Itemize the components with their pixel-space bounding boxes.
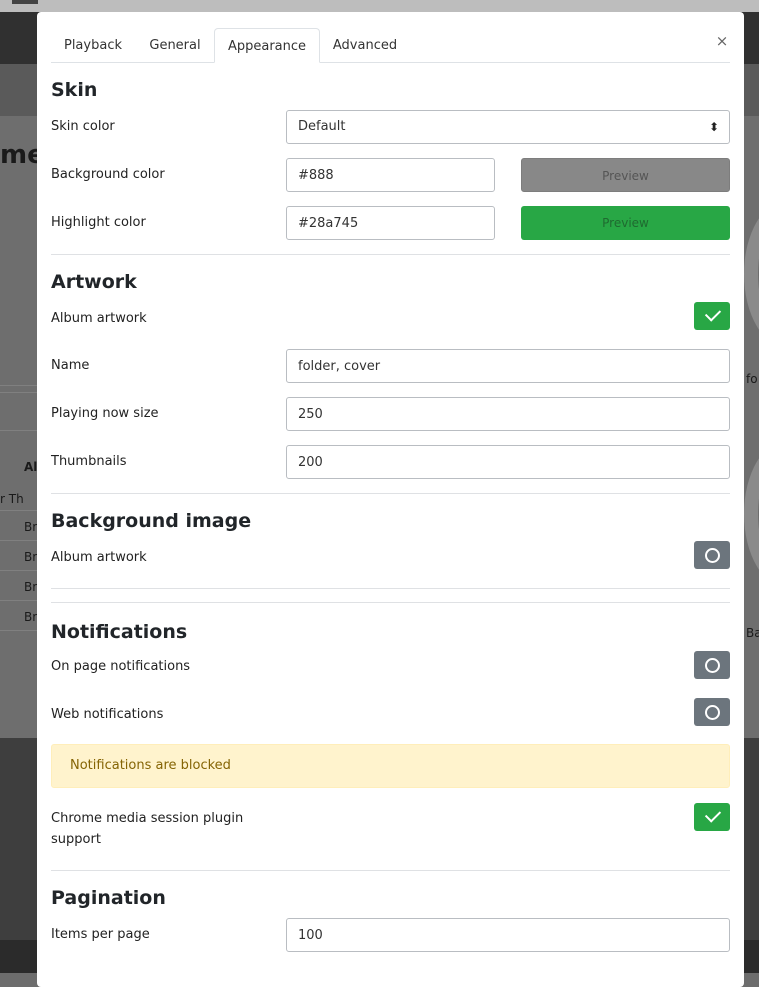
tab-general[interactable]: General <box>138 28 212 63</box>
backdrop-text: Br <box>24 550 38 564</box>
on-page-notifications-label: On page notifications <box>51 659 191 674</box>
section-divider <box>51 870 730 871</box>
backdrop-text: Ba <box>746 626 759 640</box>
web-notifications-label: Web notifications <box>51 707 164 722</box>
background-album-artwork-label: Album artwork <box>51 550 147 565</box>
tab-advanced[interactable]: Advanced <box>323 28 407 63</box>
section-title-artwork: Artwork <box>51 271 137 293</box>
check-icon <box>704 806 722 823</box>
circle-icon <box>705 705 720 720</box>
settings-modal: Playback General Appearance Advanced × S… <box>37 12 744 987</box>
skin-color-value: Default <box>298 119 346 134</box>
settings-tabs: Playback General Appearance Advanced × <box>37 12 744 63</box>
background-color-preview-button[interactable]: Preview <box>521 158 730 192</box>
artwork-name-label: Name <box>51 358 90 373</box>
chrome-media-session-label: Chrome media session plugin support <box>51 810 243 849</box>
backdrop-text: Br <box>24 580 38 594</box>
background-color-input[interactable] <box>286 158 495 192</box>
section-divider <box>51 588 730 589</box>
chrome-media-session-label-line2: support <box>51 832 101 847</box>
section-divider <box>51 493 730 494</box>
album-artwork-label: Album artwork <box>51 311 147 326</box>
section-title-notifications: Notifications <box>51 621 188 643</box>
section-title-background-image: Background image <box>51 510 252 532</box>
tabs-divider <box>51 62 730 63</box>
skin-color-select[interactable]: Default ⬍ <box>286 110 730 144</box>
on-page-notifications-toggle[interactable] <box>694 651 730 679</box>
background-album-artwork-toggle[interactable] <box>694 541 730 569</box>
check-icon <box>704 305 722 322</box>
section-title-skin: Skin <box>51 79 98 101</box>
tab-playback[interactable]: Playback <box>51 28 135 63</box>
thumbnails-label: Thumbnails <box>51 454 127 469</box>
highlight-color-input[interactable] <box>286 206 495 240</box>
backdrop-text: r Th <box>0 492 24 506</box>
section-divider <box>51 254 730 255</box>
thumbnails-input[interactable] <box>286 445 730 479</box>
highlight-color-preview-button[interactable]: Preview <box>521 206 730 240</box>
highlight-color-label: Highlight color <box>51 215 146 230</box>
tab-appearance[interactable]: Appearance <box>214 28 320 63</box>
section-divider <box>51 602 730 603</box>
chrome-media-session-toggle[interactable] <box>694 803 730 831</box>
backdrop-text: Br <box>24 610 38 624</box>
backdrop-text: Al <box>24 460 38 474</box>
items-per-page-label: Items per page <box>51 927 150 942</box>
notifications-blocked-alert: Notifications are blocked <box>51 744 730 788</box>
close-icon[interactable]: × <box>713 32 731 50</box>
circle-icon <box>705 658 720 673</box>
backdrop-text: Br <box>24 520 38 534</box>
items-per-page-input[interactable] <box>286 918 730 952</box>
circle-icon <box>705 548 720 563</box>
backdrop-text: fo <box>746 372 758 386</box>
background-color-label: Background color <box>51 167 165 182</box>
backdrop-top-bar <box>0 0 759 12</box>
select-caret-icon: ⬍ <box>708 120 719 134</box>
chrome-media-session-label-line1: Chrome media session plugin <box>51 811 244 826</box>
playing-now-size-label: Playing now size <box>51 406 159 421</box>
album-artwork-toggle[interactable] <box>694 302 730 330</box>
section-title-pagination: Pagination <box>51 887 166 909</box>
skin-color-label: Skin color <box>51 119 115 134</box>
playing-now-size-input[interactable] <box>286 397 730 431</box>
web-notifications-toggle[interactable] <box>694 698 730 726</box>
artwork-name-input[interactable] <box>286 349 730 383</box>
